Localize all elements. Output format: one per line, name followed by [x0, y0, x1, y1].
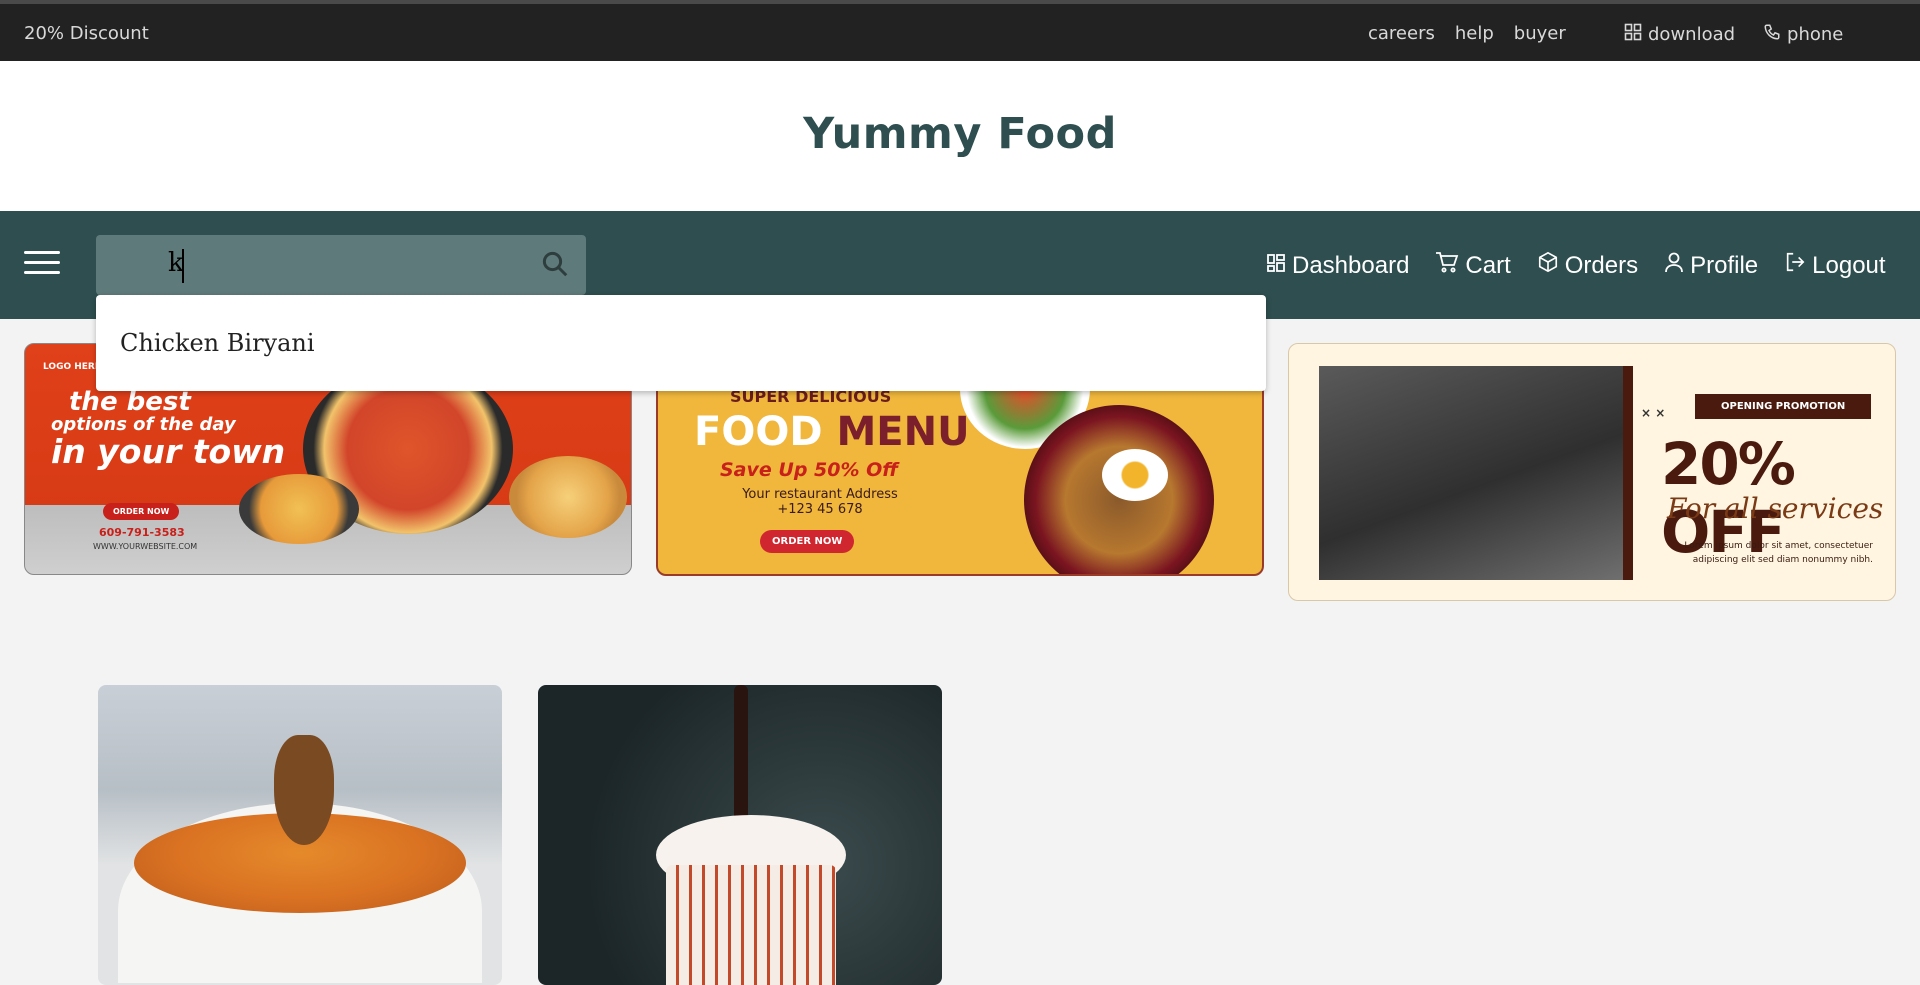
grid-icon [1624, 23, 1642, 46]
site-title[interactable]: Yummy Food [0, 109, 1920, 159]
brand-header: Yummy Food [0, 61, 1920, 211]
heading-food: FOOD [694, 409, 823, 455]
buyer-link[interactable]: buyer [1514, 23, 1566, 44]
promo-body-text: Lorem ipsum dolor sit amet, consectetuer… [1684, 541, 1873, 565]
tagline-line-3: in your town [51, 432, 286, 472]
banner-order-button: ORDER NOW [103, 503, 180, 520]
nav-cart[interactable]: Cart [1435, 251, 1511, 280]
nav-orders[interactable]: Orders [1537, 251, 1638, 280]
decor-cross-icon: × × [1641, 406, 1666, 420]
opening-promotion-label: OPENING PROMOTION [1695, 394, 1872, 419]
nav-menu: Dashboard Cart Orders Profile Logout [1266, 251, 1886, 280]
phone-icon [1763, 23, 1781, 46]
search-input[interactable]: k [96, 235, 586, 295]
discount-text: 20% Discount [24, 23, 149, 44]
box-icon [1537, 251, 1559, 280]
banner-logo: LOGO HERE [43, 362, 101, 372]
product-card-dessert[interactable] [538, 685, 942, 985]
suggestion-item[interactable]: Chicken Biryani [120, 329, 315, 357]
nav-logout[interactable]: Logout [1784, 251, 1886, 280]
discount-subheadline: For all services [1667, 492, 1884, 525]
text-caret [182, 249, 184, 283]
user-icon [1664, 251, 1684, 280]
banner-address: Your restaurant Address +123 45 678 [726, 487, 914, 517]
cart-icon [1435, 251, 1459, 280]
nav-logout-label: Logout [1812, 251, 1886, 279]
top-bar: 20% Discount careers help buyer download… [0, 0, 1920, 61]
chicken-drumstick-image [274, 735, 334, 845]
tagline-line-1: the best [69, 387, 191, 417]
chef-photo [1319, 366, 1623, 580]
banner-heading: FOOD MENU [694, 409, 970, 455]
search-icon[interactable] [540, 249, 570, 283]
top-links: careers help buyer [1368, 23, 1566, 44]
nav-orders-label: Orders [1564, 251, 1639, 279]
chocolate-drip-image [734, 685, 748, 835]
nav-dashboard-label: Dashboard [1292, 251, 1410, 279]
top-utilities: download phone [1624, 23, 1843, 46]
pizza-image-small-right [509, 456, 627, 538]
banner-save-text: Save Up 50% Off [720, 459, 899, 481]
phone-link[interactable]: phone [1763, 23, 1843, 46]
dessert-cup-image [666, 865, 836, 985]
photo-accent-bar [1623, 366, 1633, 580]
banner-tagline: the best options of the day in your town [51, 387, 286, 472]
pizza-image-small-left [239, 474, 359, 544]
address-phone: +123 45 678 [777, 502, 863, 517]
nav-cart-label: Cart [1465, 251, 1511, 279]
address-line: Your restaurant Address [742, 487, 898, 502]
hamburger-icon-line [24, 261, 60, 264]
promo-banner-opening[interactable]: × × OPENING PROMOTION 20% OFF For all se… [1288, 343, 1896, 601]
banner-order-button: ORDER NOW [760, 530, 855, 553]
careers-link[interactable]: careers [1368, 23, 1435, 44]
heading-menu: MENU [836, 409, 970, 455]
nav-profile[interactable]: Profile [1664, 251, 1758, 280]
help-link[interactable]: help [1455, 23, 1494, 44]
egg-image [1102, 449, 1168, 501]
nav-dashboard[interactable]: Dashboard [1266, 251, 1409, 280]
hamburger-icon-line [24, 271, 60, 274]
menu-toggle-button[interactable] [24, 251, 60, 279]
banner-phone: 609-791-3583 [99, 526, 185, 539]
nav-profile-label: Profile [1690, 251, 1759, 279]
logout-icon [1784, 251, 1806, 280]
hamburger-icon [24, 251, 60, 254]
download-link[interactable]: download [1624, 23, 1735, 46]
search-suggestions: Chicken Biryani [96, 295, 1266, 391]
download-label: download [1648, 24, 1736, 45]
banner-website: WWW.YOURWEBSITE.COM [93, 542, 198, 551]
phone-label: phone [1787, 24, 1844, 45]
dashboard-icon [1266, 252, 1286, 280]
product-card-biryani[interactable] [98, 685, 502, 985]
